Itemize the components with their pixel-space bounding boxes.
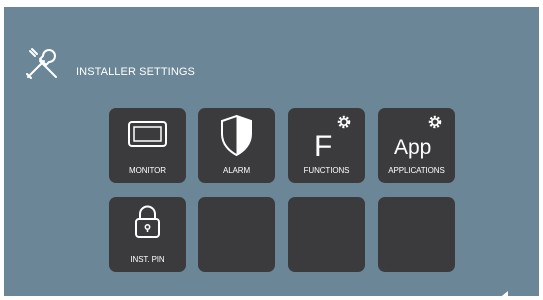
installer-settings-screen: INSTALLER SETTINGS MONITOR ALARM F FUNCT… bbox=[4, 7, 539, 296]
empty-tile bbox=[198, 197, 275, 272]
inst-pin-label: INST. PIN bbox=[130, 255, 165, 264]
functions-label: FUNCTIONS bbox=[303, 166, 350, 175]
applications-label: APPLICATIONS bbox=[388, 166, 445, 175]
alarm-label: ALARM bbox=[222, 166, 251, 175]
shield-icon bbox=[221, 114, 252, 157]
functions-tile[interactable]: F FUNCTIONS bbox=[288, 108, 365, 183]
tools-icon bbox=[26, 48, 57, 79]
functions-glyph: F bbox=[314, 130, 333, 163]
monitor-tile[interactable]: MONITOR bbox=[109, 108, 186, 183]
empty-tile bbox=[378, 197, 455, 272]
lock-icon bbox=[135, 205, 160, 238]
inst-pin-tile[interactable]: INST. PIN bbox=[109, 197, 186, 272]
monitor-label: MONITOR bbox=[129, 166, 166, 175]
applications-tile[interactable]: App APPLICATIONS bbox=[378, 108, 455, 183]
page-title: INSTALLER SETTINGS bbox=[76, 66, 195, 78]
empty-tile bbox=[288, 197, 365, 272]
back-arrow-icon[interactable] bbox=[494, 287, 534, 296]
alarm-tile[interactable]: ALARM bbox=[198, 108, 275, 183]
applications-glyph: App bbox=[394, 136, 432, 159]
monitor-icon bbox=[128, 121, 167, 147]
